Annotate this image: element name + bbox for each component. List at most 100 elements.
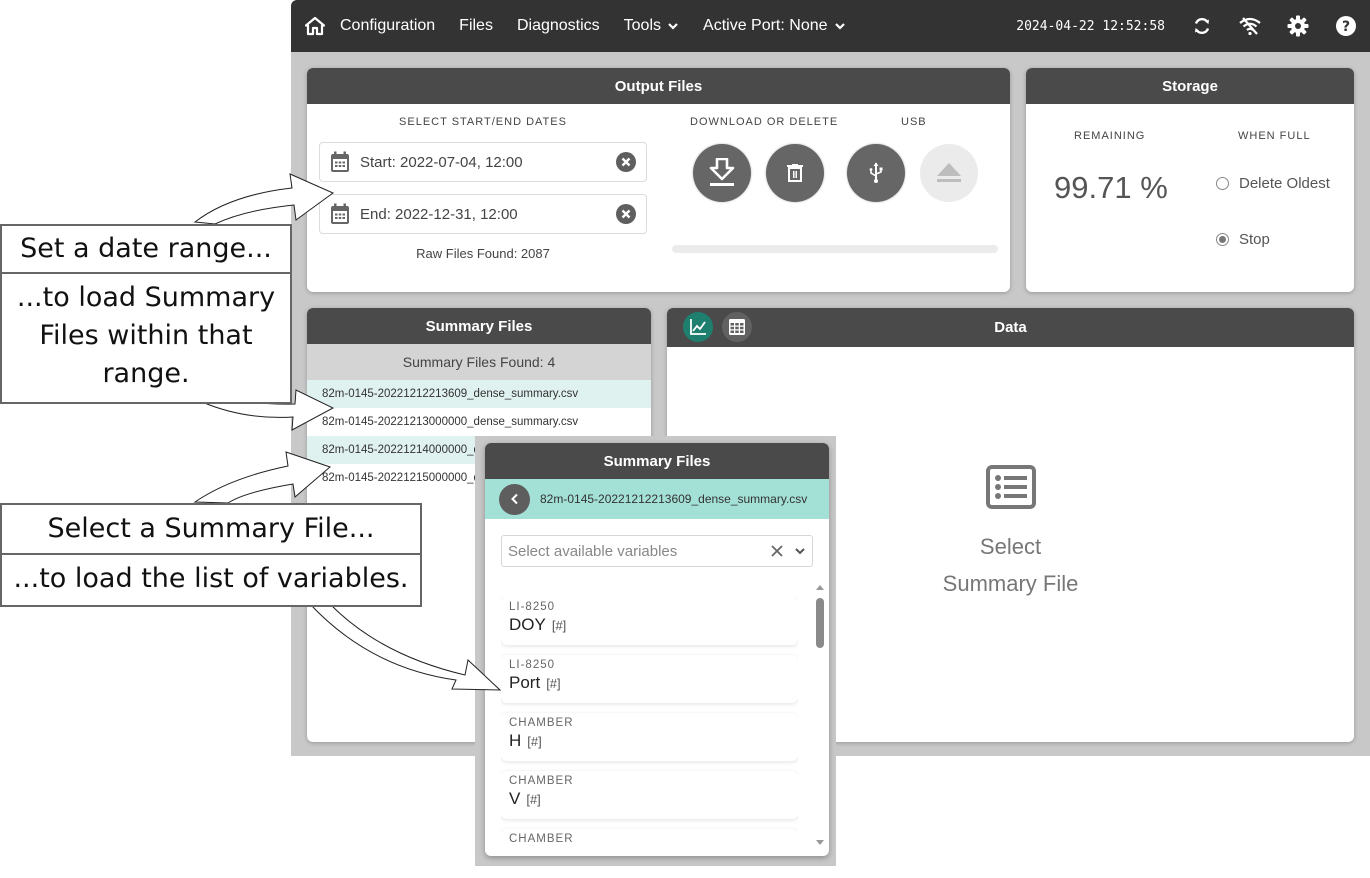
variable-group: CHAMBER (509, 775, 574, 787)
chevron-down-icon[interactable] (794, 545, 806, 557)
nav-tools-dropdown[interactable]: Tools (624, 17, 679, 35)
chevron-down-icon (834, 23, 845, 30)
file-list-item[interactable]: 82m-0145-20221212213609_dense_summary.cs… (307, 380, 651, 408)
download-icon (709, 158, 735, 186)
datetime-display: 2024-04-22 12:52:58 (1016, 18, 1165, 34)
end-date-field[interactable]: End: 2022-12-31, 12:00 (319, 194, 647, 234)
annotation-text: ...to load the list of variables. (13, 563, 409, 594)
file-list-item[interactable]: 82m-0145-20221213000000_dense_summary.cs… (307, 408, 651, 436)
variable-name: Port (509, 673, 541, 692)
radio-label: Delete Oldest (1239, 175, 1330, 192)
variable-unit: [#] (526, 792, 541, 807)
output-files-panel: Output Files SELECT START/END DATES Star… (307, 68, 1010, 292)
nav-tools-label: Tools (623, 17, 662, 34)
usb-button[interactable] (847, 144, 905, 202)
line-chart-icon (690, 319, 706, 335)
annotation-select-file: Select a Summary File... ...to load the … (0, 503, 422, 607)
summary-file-variables-popover: Summary Files 82m-0145-20221212213609_de… (485, 443, 829, 856)
variable-group: LI-8250 (509, 659, 556, 671)
table-view-button[interactable] (722, 312, 752, 342)
top-navigation-bar: Configuration Files Diagnostics Tools Ac… (291, 0, 1370, 52)
variable-group: LI-8250 (509, 601, 556, 613)
variable-item[interactable]: LI-8250 DOY [#] (501, 597, 798, 645)
radio-delete-oldest[interactable]: Delete Oldest (1216, 175, 1330, 192)
svg-text:?: ? (1342, 19, 1350, 35)
delete-button[interactable] (766, 144, 824, 202)
variable-unit: [#] (527, 734, 542, 749)
active-port-dropdown[interactable]: Active Port: None (703, 17, 846, 35)
table-icon (729, 319, 745, 335)
calendar-icon (331, 151, 349, 172)
help-icon[interactable]: ? (1335, 15, 1357, 37)
variable-list: LI-8250 DOY [#] LI-8250 Port [#] CHAMBER H… (501, 597, 798, 856)
end-date-value: End: 2022-12-31, 12:00 (360, 205, 518, 223)
variable-unit: [#] (551, 618, 567, 633)
transfer-progress-bar (672, 245, 998, 253)
trash-icon (787, 164, 803, 182)
variable-name: H (509, 731, 522, 750)
remaining-label: REMAINING (1074, 130, 1146, 142)
nav-configuration[interactable]: Configuration (340, 17, 435, 35)
when-full-label: WHEN FULL (1238, 130, 1311, 142)
variable-list-scrollbar[interactable] (813, 583, 827, 853)
annotation-date-range: Set a date range... ...to load Summary F… (0, 224, 292, 404)
chart-view-button[interactable] (683, 312, 713, 342)
download-delete-label: DOWNLOAD OR DELETE (690, 116, 839, 128)
variable-select-placeholder: Select available variables (508, 542, 678, 560)
annotation-text: Set a date range... (2, 226, 290, 274)
chevron-left-icon (510, 493, 518, 505)
start-date-value: Start: 2022-07-04, 12:00 (360, 153, 523, 171)
nav-diagnostics[interactable]: Diagnostics (517, 17, 600, 35)
scroll-up-arrow-icon[interactable] (816, 585, 824, 590)
active-port-label: Active Port: None (703, 17, 828, 34)
back-button[interactable] (499, 483, 530, 515)
eject-icon (937, 163, 961, 182)
eject-button[interactable] (920, 144, 978, 202)
calendar-icon (331, 203, 349, 224)
start-date-field[interactable]: Start: 2022-07-04, 12:00 (319, 142, 647, 182)
variable-name: DOY (509, 615, 546, 634)
variable-item[interactable]: CHAMBER H [#] (501, 713, 798, 761)
selected-file-bar: 82m-0145-20221212213609_dense_summary.cs… (485, 479, 829, 519)
radio-label: Stop (1239, 231, 1270, 248)
popover-title: Summary Files (485, 443, 829, 479)
variable-select-input[interactable]: Select available variables (501, 535, 813, 567)
home-icon[interactable] (304, 15, 326, 37)
data-header: Data (667, 308, 1354, 347)
remaining-value: 99.71 % (1054, 170, 1168, 205)
annotation-text: Select a Summary File... (2, 505, 420, 555)
selected-file-name: 82m-0145-20221212213609_dense_summary.cs… (540, 492, 808, 506)
summary-files-title: Summary Files (307, 308, 651, 344)
usb-label: USB (901, 116, 927, 128)
scrollbar-thumb[interactable] (816, 598, 824, 648)
dates-label: SELECT START/END DATES (399, 116, 567, 128)
radio-button[interactable] (1216, 233, 1229, 246)
nav-files[interactable]: Files (459, 17, 493, 35)
output-files-title: Output Files (307, 68, 1010, 104)
list-icon (985, 465, 1036, 509)
usb-icon (869, 162, 883, 183)
radio-stop[interactable]: Stop (1216, 231, 1270, 248)
variable-item[interactable]: CHAMBER (501, 829, 798, 856)
variable-unit: [#] (546, 676, 561, 691)
sync-icon[interactable] (1191, 15, 1213, 37)
clear-icon[interactable] (616, 152, 636, 172)
variable-item[interactable]: CHAMBER V [#] (501, 771, 798, 819)
clear-icon[interactable] (616, 204, 636, 224)
download-button[interactable] (693, 144, 751, 202)
data-title: Data (994, 319, 1027, 336)
variable-group: CHAMBER (509, 833, 574, 845)
annotation-text: ...to load Summary Files within that ran… (16, 282, 276, 389)
chevron-down-icon (668, 23, 678, 30)
variable-name: V (509, 789, 521, 808)
gear-icon[interactable] (1287, 15, 1309, 37)
storage-title: Storage (1026, 68, 1354, 104)
variable-item[interactable]: LI-8250 Port [#] (501, 655, 798, 703)
radio-button[interactable] (1216, 177, 1229, 190)
storage-panel: Storage REMAINING WHEN FULL 99.71 % Dele… (1026, 68, 1354, 292)
scroll-down-arrow-icon[interactable] (816, 840, 824, 845)
summary-files-found: Summary Files Found: 4 (307, 344, 651, 380)
wifi-off-icon[interactable] (1239, 15, 1261, 37)
raw-files-found: Raw Files Found: 2087 (416, 246, 550, 261)
clear-icon[interactable] (770, 544, 784, 558)
